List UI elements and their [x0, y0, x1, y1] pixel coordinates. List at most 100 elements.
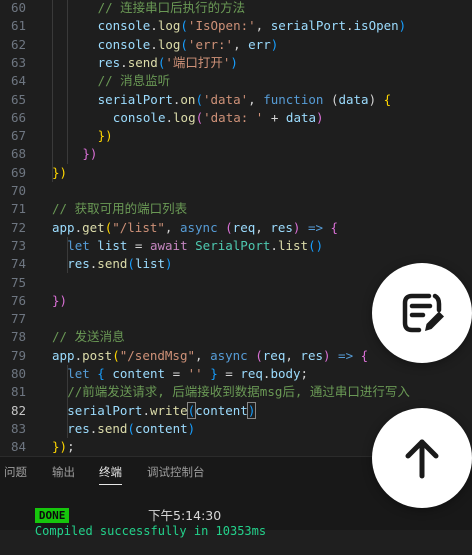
- line-number: 77: [10, 311, 26, 327]
- code-token: data: [338, 91, 369, 107]
- code-line[interactable]: 62 console.log('err:', err): [0, 36, 472, 54]
- code-token: 'data: ': [203, 109, 264, 125]
- line-number: 80: [10, 366, 26, 381]
- code-token: req: [240, 366, 263, 381]
- line-number: 81: [10, 384, 26, 400]
- edit-note-button[interactable]: [372, 263, 472, 363]
- code-token: ): [398, 18, 407, 34]
- code-text: app.post("/sendMsg", async (req, res) =>…: [52, 347, 368, 365]
- line-number: 62: [10, 36, 26, 52]
- code-token: ;: [300, 366, 309, 381]
- code-token: }: [210, 366, 218, 381]
- code-token: +: [263, 109, 286, 125]
- code-token: send: [97, 420, 128, 436]
- code-line[interactable]: 71 // 获取可用的端口列表: [0, 200, 472, 218]
- code-token: }): [97, 128, 113, 144]
- line-number: 69: [10, 164, 26, 180]
- code-token: }): [82, 146, 98, 162]
- line-number: 67: [10, 128, 26, 144]
- code-token: .: [270, 237, 278, 253]
- code-line[interactable]: 68}): [0, 145, 472, 163]
- code-line[interactable]: 81 //前端发送请求, 后端接收到数据msg后, 通过串口进行写入: [0, 383, 472, 401]
- code-token: post: [82, 347, 113, 363]
- timestamp: 下午5:14:30: [148, 508, 222, 523]
- code-token: err: [248, 36, 271, 52]
- code-token: (: [127, 420, 135, 436]
- code-token: app: [52, 219, 75, 235]
- code-token: ,: [248, 91, 264, 107]
- code-token: =: [165, 366, 188, 381]
- line-number: 71: [10, 201, 26, 217]
- code-line[interactable]: 70: [0, 182, 472, 200]
- code-text: res.send(content): [67, 420, 195, 438]
- code-token: ,: [195, 347, 211, 363]
- code-token: (: [127, 256, 135, 272]
- code-line[interactable]: 80 let { content = '' } = req.body;: [0, 365, 472, 383]
- code-token: console: [112, 109, 166, 125]
- code-token: let: [67, 366, 90, 381]
- code-token: app: [52, 347, 75, 363]
- line-number: 72: [10, 219, 26, 235]
- line-number: 84: [10, 439, 26, 455]
- code-token: // 获取可用的端口列表: [52, 201, 188, 217]
- code-line[interactable]: 64 // 消息监听: [0, 72, 472, 90]
- indent-guide: [52, 0, 53, 182]
- code-line[interactable]: 69}): [0, 164, 472, 182]
- code-text: let { content = '' } = req.body;: [67, 365, 308, 383]
- code-line[interactable]: 73 let list = await SerialPort.list(): [0, 237, 472, 255]
- line-number: 79: [10, 347, 26, 363]
- code-line[interactable]: 72 app.get("/list", async (req, res) => {: [0, 219, 472, 237]
- code-token: function: [263, 91, 324, 107]
- code-token: serialPort: [67, 402, 143, 418]
- tab-problems[interactable]: 问题: [4, 457, 27, 487]
- code-token: (): [308, 237, 324, 253]
- code-text: // 连接串口后执行的方法: [98, 0, 246, 17]
- code-text: console.log('IsOpen:', serialPort.isOpen…: [98, 17, 407, 35]
- code-token: content: [195, 402, 248, 418]
- tab-terminal[interactable]: 终端: [99, 457, 122, 487]
- code-token: }): [52, 439, 68, 455]
- code-token: 'IsOpen:': [187, 18, 256, 34]
- code-editor[interactable]: 60 // 连接串口后执行的方法 61 console.log('IsOpen:', …: [0, 0, 472, 456]
- code-line[interactable]: 63 res.send('端口打开'): [0, 54, 472, 72]
- tab-output[interactable]: 输出: [52, 457, 75, 487]
- code-token: 'err:': [187, 36, 234, 52]
- code-text: // 获取可用的端口列表: [52, 200, 187, 218]
- code-token: on: [180, 91, 196, 107]
- line-number: 76: [10, 292, 26, 308]
- line-number: 60: [10, 0, 26, 15]
- code-token: =: [217, 366, 241, 381]
- code-line[interactable]: 67}): [0, 127, 472, 145]
- code-token: await: [149, 237, 188, 253]
- tab-debug-console[interactable]: 调试控制台: [147, 457, 205, 487]
- code-text: serialPort.on('data', function (data) {: [98, 91, 392, 109]
- line-number: 66: [10, 109, 26, 125]
- code-token: .: [150, 18, 158, 34]
- code-line[interactable]: 65 serialPort.on('data', function (data) …: [0, 91, 472, 109]
- code-token: ,: [255, 219, 271, 235]
- edit-note-icon: [402, 293, 444, 333]
- code-text: console.log('err:', err): [98, 36, 279, 54]
- scroll-to-top-button[interactable]: [372, 408, 472, 508]
- code-token: .: [120, 54, 128, 70]
- code-token: // 发送消息: [52, 329, 125, 345]
- code-text: // 发送消息: [52, 328, 125, 346]
- code-token: (: [247, 347, 263, 363]
- code-line[interactable]: 66 console.log('data: ' + data): [0, 109, 472, 127]
- code-token: async: [179, 219, 218, 235]
- code-token: res: [97, 54, 121, 70]
- code-token: (: [323, 91, 339, 107]
- code-token: req: [232, 219, 256, 235]
- code-token: {: [97, 366, 105, 381]
- code-token: res: [300, 347, 323, 363]
- code-token: .: [345, 18, 354, 34]
- code-token: ,: [255, 18, 271, 34]
- code-token: ,: [233, 36, 249, 52]
- code-token: let: [67, 237, 90, 253]
- code-token: 'data': [202, 91, 249, 107]
- code-line[interactable]: 60 // 连接串口后执行的方法: [0, 0, 472, 17]
- code-line[interactable]: 61 console.log('IsOpen:', serialPort.isOp…: [0, 17, 472, 35]
- code-token: ;: [67, 439, 75, 455]
- code-token: console: [97, 18, 151, 34]
- line-number: 73: [10, 237, 26, 253]
